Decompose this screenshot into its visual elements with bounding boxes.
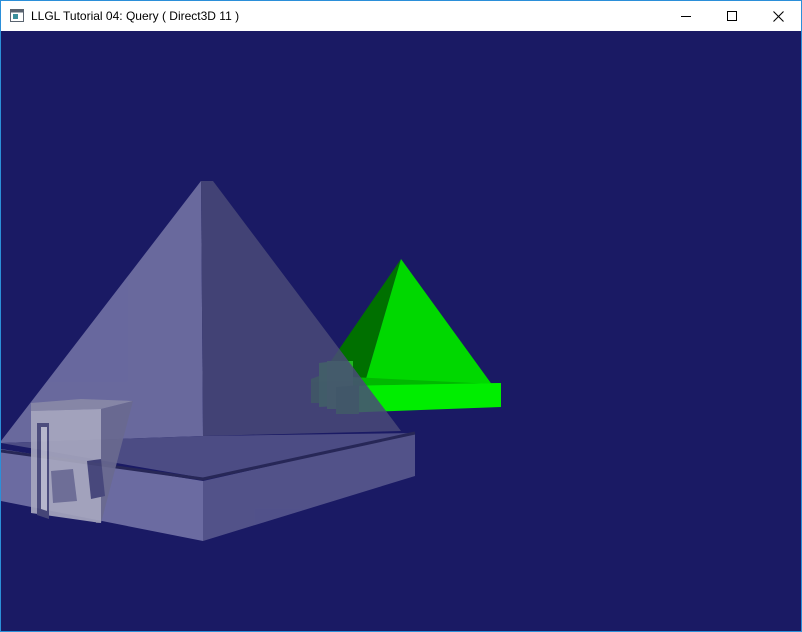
maximize-button[interactable] [709,1,755,31]
window-title: LLGL Tutorial 04: Query ( Direct3D 11 ) [31,9,240,23]
minimize-icon [681,11,691,21]
maximize-icon [727,11,737,21]
scene-svg [1,31,801,631]
app-window: LLGL Tutorial 04: Query ( Direct3D 11 ) [0,0,802,632]
close-icon [772,10,784,22]
close-button[interactable] [755,1,801,31]
window-app-icon[interactable] [10,9,24,22]
minimize-button[interactable] [663,1,709,31]
render-viewport[interactable] [1,31,801,631]
title-bar[interactable]: LLGL Tutorial 04: Query ( Direct3D 11 ) [1,1,801,31]
